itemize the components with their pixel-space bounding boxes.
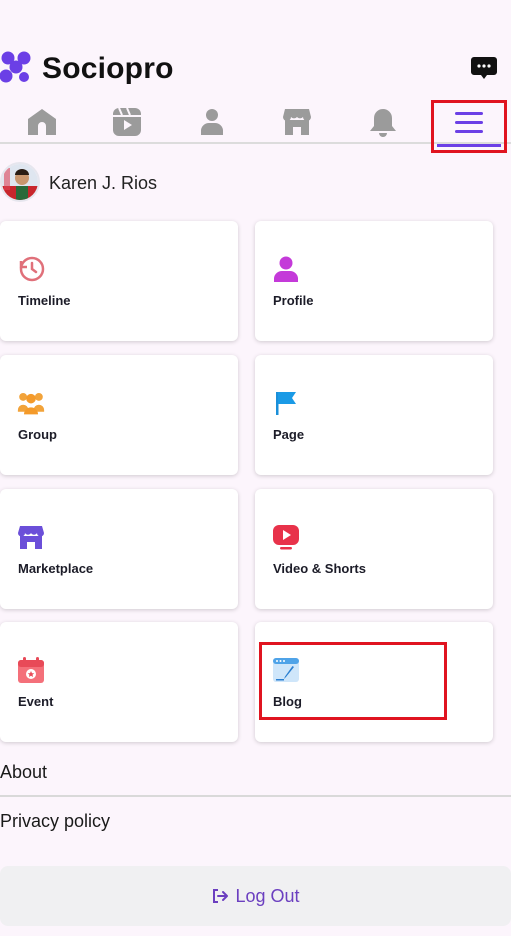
nav-video[interactable] xyxy=(110,106,144,138)
menu-card-label: Event xyxy=(18,694,54,709)
user-name: Karen J. Rios xyxy=(49,173,158,193)
nav-notifications[interactable] xyxy=(366,106,400,138)
marketplace-icon xyxy=(283,109,311,135)
menu-card-marketplace[interactable]: Marketplace xyxy=(0,489,238,609)
app-header: Sociopro xyxy=(0,48,511,88)
menu-card-label: Video & Shorts xyxy=(273,561,366,576)
home-icon xyxy=(28,109,56,135)
user-profile-row[interactable]: Karen J. Rios xyxy=(0,162,300,204)
nav-home[interactable] xyxy=(25,106,59,138)
calendar-icon xyxy=(18,657,44,683)
store-icon xyxy=(18,526,44,549)
menu-card-label: Marketplace xyxy=(18,561,94,576)
main-nav xyxy=(0,100,511,153)
logout-button[interactable]: Log Out xyxy=(0,866,511,926)
menu-card-label: Group xyxy=(18,427,57,442)
nav-marketplace[interactable] xyxy=(280,106,314,138)
logout-label: Log Out xyxy=(235,885,300,906)
privacy-policy-link[interactable]: Privacy policy xyxy=(0,811,110,832)
avatar[interactable] xyxy=(0,162,40,202)
menu-card-profile[interactable]: Profile xyxy=(255,221,493,341)
blog-highlight xyxy=(259,642,447,720)
avatar-image xyxy=(2,164,38,200)
menu-card-event[interactable]: Event xyxy=(0,622,238,742)
menu-card-timeline[interactable]: Timeline xyxy=(0,221,238,341)
timeline-icon xyxy=(19,256,45,282)
logout-icon xyxy=(213,889,229,903)
menu-card-page[interactable]: Page xyxy=(255,355,493,475)
divider xyxy=(0,795,511,797)
group-icon xyxy=(17,392,45,415)
video-icon xyxy=(113,107,141,136)
menu-card-label: Profile xyxy=(273,293,314,308)
menu-card-label: Timeline xyxy=(18,293,71,308)
menu-card-video-shorts[interactable]: Video & Shorts xyxy=(255,489,493,609)
logo-icon xyxy=(0,51,31,83)
profile-icon xyxy=(274,256,298,282)
chat-icon[interactable] xyxy=(470,54,498,82)
play-icon xyxy=(273,525,299,550)
about-link[interactable]: About xyxy=(0,762,47,783)
active-tab-highlight xyxy=(431,100,507,153)
bell-icon xyxy=(370,109,396,137)
app-title: Sociopro xyxy=(42,52,174,85)
nav-profile[interactable] xyxy=(195,106,229,138)
menu-card-label: Page xyxy=(273,427,305,442)
menu-card-group[interactable]: Group xyxy=(0,355,238,475)
flag-icon xyxy=(276,392,296,415)
profile-icon xyxy=(201,109,223,135)
